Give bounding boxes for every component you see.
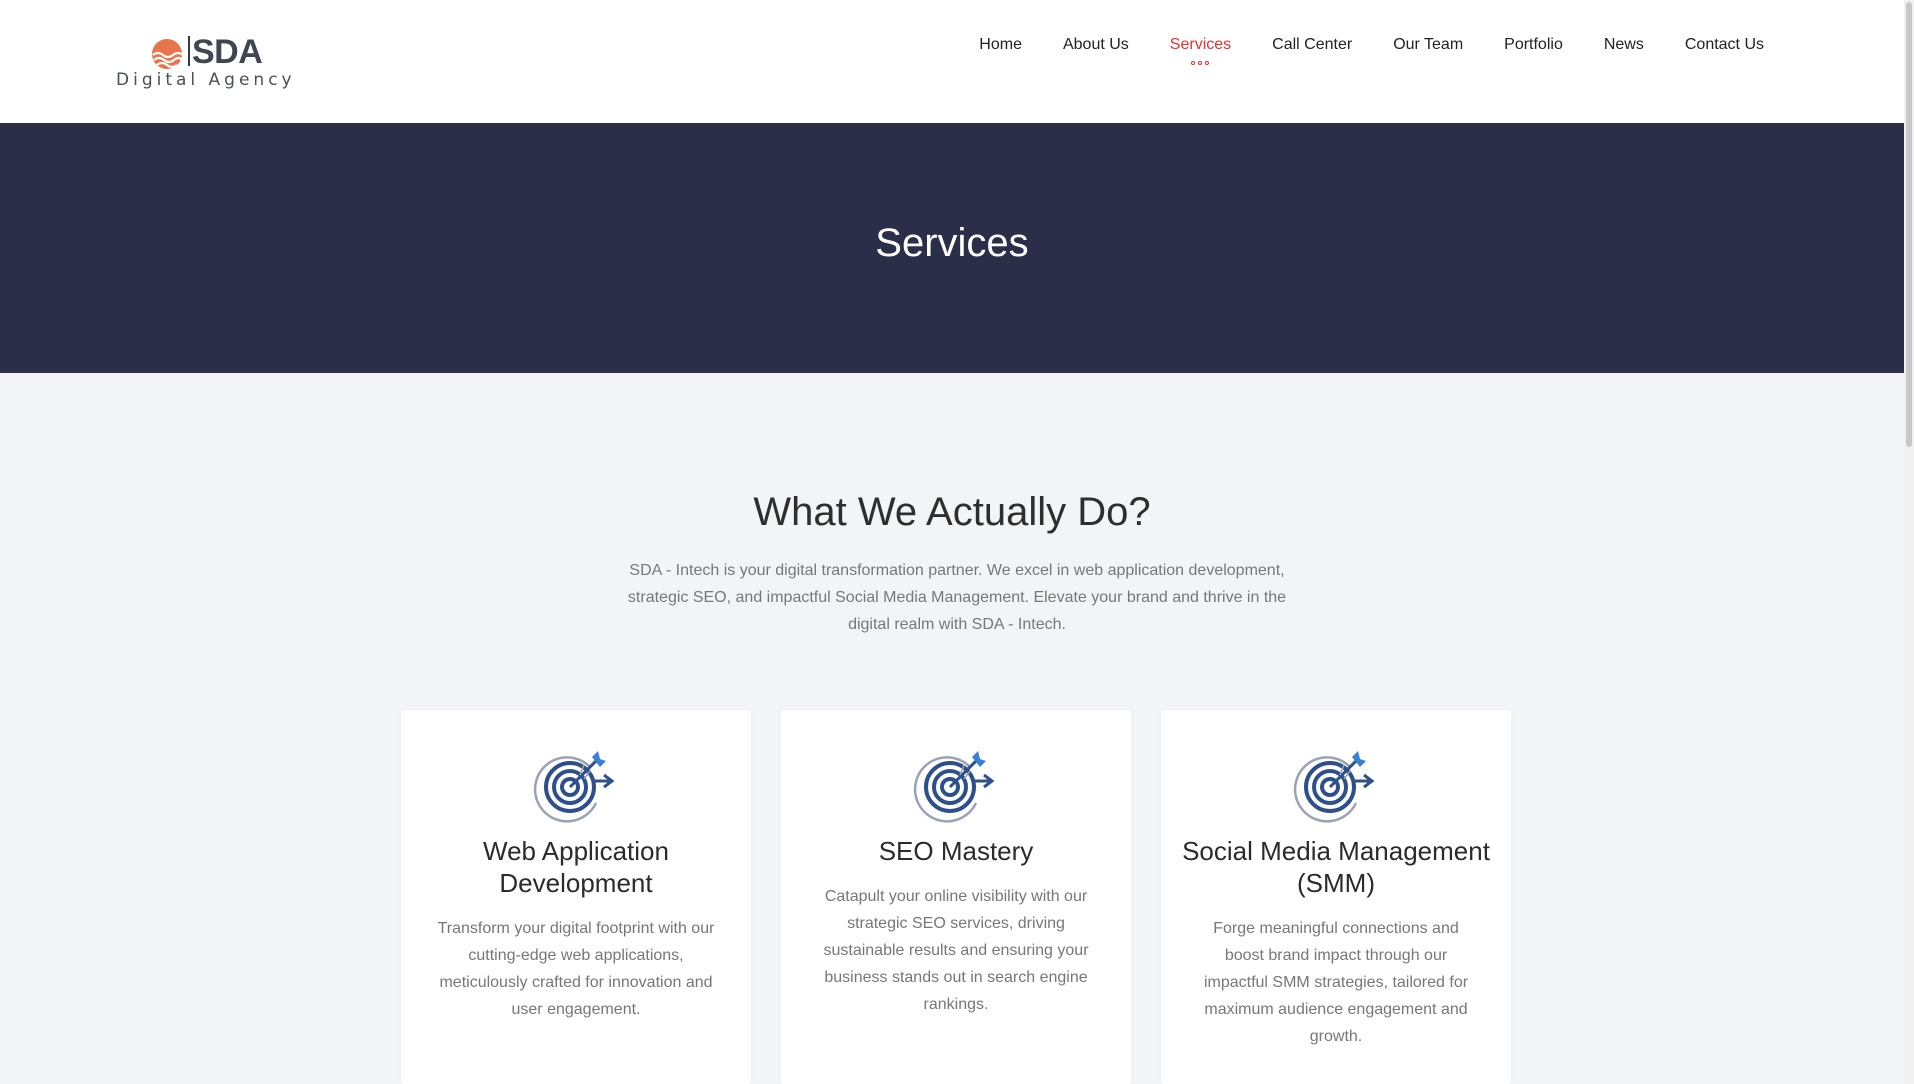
service-card-web-app[interactable]: Web Application Development Transform yo…	[401, 710, 751, 1084]
nav-item-services-label: Services	[1169, 36, 1232, 53]
nav-item-call-center[interactable]: Call Center	[1272, 36, 1352, 54]
service-card-seo[interactable]: SEO Mastery Catapult your online visibil…	[781, 710, 1131, 1084]
section-heading: What We Actually Do?	[753, 490, 1151, 534]
page-title: Services	[875, 221, 1029, 265]
active-indicator-dots	[1191, 61, 1210, 65]
nav-item-about-us[interactable]: About Us	[1063, 36, 1129, 54]
service-title: Web Application Development	[483, 836, 669, 898]
nav-item-home[interactable]: Home	[979, 36, 1022, 54]
page-scrollbar[interactable]	[1904, 0, 1914, 1084]
page: SDA Digital Agency Home About Us Service…	[0, 0, 1904, 1084]
section-description: SDA - Intech is your digital transformat…	[627, 562, 1287, 633]
target-arrow-icon	[1293, 751, 1375, 823]
brand-logo[interactable]: SDA Digital Agency	[116, 33, 306, 93]
service-description: Catapult your online visibility with our…	[823, 888, 1089, 1013]
nav-item-contact-us[interactable]: Contact Us	[1685, 36, 1764, 54]
sun-waves-logo-icon	[152, 39, 184, 69]
service-description: Transform your digital footprint with ou…	[437, 920, 715, 1018]
service-title: Social Media Management (SMM)	[1182, 836, 1490, 898]
target-arrow-icon	[913, 751, 995, 823]
brand-name: SDA	[192, 33, 263, 71]
target-arrow-icon	[533, 751, 615, 823]
scrollbar-thumb[interactable]	[1906, 2, 1912, 447]
site-header: SDA Digital Agency Home About Us Service…	[0, 0, 1904, 123]
service-title: SEO Mastery	[878, 836, 1034, 866]
service-description: Forge meaningful connections and boost b…	[1203, 920, 1469, 1045]
logo-divider	[188, 36, 190, 66]
nav-item-our-team[interactable]: Our Team	[1393, 36, 1463, 54]
service-card-smm[interactable]: Social Media Management (SMM) Forge mean…	[1161, 710, 1511, 1084]
page-banner: Services	[0, 123, 1904, 373]
brand-tagline: Digital Agency	[116, 70, 296, 90]
nav-item-portfolio[interactable]: Portfolio	[1504, 36, 1563, 54]
nav-item-news[interactable]: News	[1604, 36, 1644, 54]
nav-item-services[interactable]: Services	[1169, 36, 1232, 65]
main-nav: Home About Us Services Call Center Our T…	[938, 36, 1764, 65]
